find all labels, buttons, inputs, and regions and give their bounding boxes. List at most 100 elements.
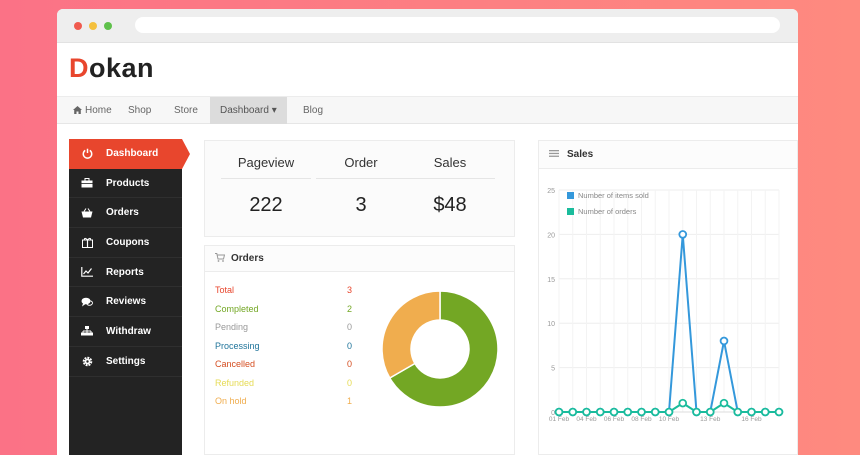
data-point[interactable] <box>568 407 578 417</box>
order-status-count: 0 <box>347 359 353 369</box>
maximize-window-button[interactable] <box>104 22 112 30</box>
sales-panel-header: Sales <box>539 141 797 169</box>
order-status-label: Refunded <box>215 377 255 388</box>
x-tick-label: 16 Feb <box>741 416 762 423</box>
sidebar-label-dashboard: Dashboard <box>106 148 159 160</box>
stat-pageview: Pageview 222 <box>221 141 311 217</box>
stat-pageview-value: 222 <box>249 194 283 216</box>
sidebar-item-coupons[interactable]: Coupons <box>69 228 182 258</box>
order-status-label: Total <box>215 285 235 295</box>
nav-dashboard[interactable]: Dashboard ▾ <box>210 97 287 124</box>
y-tick-label: 25 <box>547 188 555 195</box>
order-status-row[interactable]: Total 3 <box>215 285 355 303</box>
data-point[interactable] <box>623 407 633 417</box>
comments-icon <box>80 296 94 308</box>
order-status-count: 0 <box>347 377 353 388</box>
power-icon <box>80 148 94 160</box>
sidebar-label-reports: Reports <box>106 266 144 278</box>
data-point[interactable] <box>747 407 756 417</box>
order-status-row[interactable]: Cancelled 0 <box>215 359 355 377</box>
data-point[interactable] <box>774 407 784 417</box>
sidebar-label-settings: Settings <box>106 355 146 367</box>
dashboard-sidebar: Dashboard Products Orders Coupons Report… <box>69 139 190 455</box>
order-status-count: 0 <box>347 340 353 351</box>
data-point[interactable] <box>582 407 591 417</box>
home-icon <box>73 98 82 125</box>
data-point[interactable] <box>705 407 715 417</box>
basket-icon <box>80 207 94 219</box>
x-tick-label: 10 Feb <box>659 416 680 423</box>
sitemap-icon <box>80 325 94 337</box>
nav-home[interactable]: Home <box>73 97 112 124</box>
stat-sales-value: $48 <box>433 194 467 216</box>
nav-blog[interactable]: Blog <box>303 97 323 124</box>
order-status-row[interactable]: Completed 2 <box>215 304 355 322</box>
data-point[interactable] <box>554 407 564 417</box>
sidebar-item-reviews[interactable]: Reviews <box>69 287 182 318</box>
orders-panel-title: Orders <box>231 253 264 264</box>
data-point[interactable] <box>719 398 729 408</box>
data-point[interactable] <box>692 407 701 417</box>
x-tick-label: 13 Feb <box>700 416 721 423</box>
order-status-label: On hold <box>215 396 247 406</box>
legend-swatch <box>567 192 574 199</box>
data-point[interactable] <box>637 407 646 417</box>
data-point[interactable] <box>664 407 674 417</box>
sidebar-item-products[interactable]: Products <box>69 169 182 199</box>
nav-store[interactable]: Store <box>174 97 198 124</box>
y-tick-label: 15 <box>547 277 555 284</box>
order-status-row[interactable]: Refunded 0 <box>215 378 355 396</box>
logo-letter: D <box>69 53 89 83</box>
browser-window: Dokan Home Shop Store Dashboard ▾ Blog D… <box>57 9 798 455</box>
nav-home-label: Home <box>85 105 112 116</box>
data-point[interactable] <box>678 230 688 239</box>
data-point[interactable] <box>719 336 729 346</box>
sidebar-label-coupons: Coupons <box>106 236 150 248</box>
close-window-button[interactable] <box>74 22 82 30</box>
order-status-label: Pending <box>215 322 249 332</box>
stats-summary-panel: Pageview 222 Order 3 Sales $48 <box>204 140 515 237</box>
site-logo[interactable]: Dokan <box>69 53 154 87</box>
orders-panel: Orders Total 3 Completed 2 Pending 0 Processin… <box>204 245 515 455</box>
stat-sales-label: Sales <box>405 155 495 179</box>
minimize-window-button[interactable] <box>89 22 97 30</box>
order-status-label: Processing <box>215 340 260 351</box>
stat-sales: Sales $48 <box>405 141 495 217</box>
sidebar-item-withdraw[interactable]: Withdraw <box>69 317 182 347</box>
legend-swatch <box>567 208 574 215</box>
donut-slice[interactable] <box>381 290 441 380</box>
nav-shop[interactable]: Shop <box>128 97 151 124</box>
orders-donut-chart <box>381 290 499 408</box>
data-point[interactable] <box>595 407 605 417</box>
order-status-row[interactable]: Processing 0 <box>215 341 355 359</box>
address-bar[interactable] <box>135 17 780 33</box>
order-status-count: 1 <box>347 396 353 406</box>
orders-panel-header: Orders <box>205 246 514 272</box>
sidebar-label-withdraw: Withdraw <box>106 325 151 337</box>
sidebar-label-reviews: Reviews <box>106 296 147 308</box>
order-status-count: 3 <box>347 285 353 295</box>
x-tick-label: 04 Feb <box>576 416 597 423</box>
sidebar-item-dashboard[interactable]: Dashboard <box>69 139 190 169</box>
order-status-row[interactable]: Pending 0 <box>215 322 355 340</box>
stat-order-label: Order <box>316 155 406 179</box>
data-point[interactable] <box>609 407 619 417</box>
cart-icon <box>215 247 226 273</box>
order-status-row[interactable]: On hold 1 <box>215 396 355 414</box>
data-point[interactable] <box>678 398 688 408</box>
order-status-count: 0 <box>347 322 353 332</box>
x-tick-label: 01 Feb <box>549 416 570 423</box>
data-point[interactable] <box>650 407 660 417</box>
sidebar-item-reports[interactable]: Reports <box>69 258 182 288</box>
logo-text: okan <box>89 53 155 83</box>
order-status-label: Completed <box>215 303 259 314</box>
data-point[interactable] <box>760 407 770 417</box>
browser-chrome <box>57 9 798 43</box>
legend-label: Number of orders <box>578 207 637 216</box>
y-tick-label: 5 <box>551 366 555 373</box>
x-tick-label: 08 Feb <box>631 416 652 423</box>
sidebar-item-orders[interactable]: Orders <box>69 198 182 229</box>
sidebar-item-settings[interactable]: Settings <box>69 347 182 377</box>
legend-label: Number of items sold <box>578 191 649 200</box>
data-point[interactable] <box>733 407 743 417</box>
